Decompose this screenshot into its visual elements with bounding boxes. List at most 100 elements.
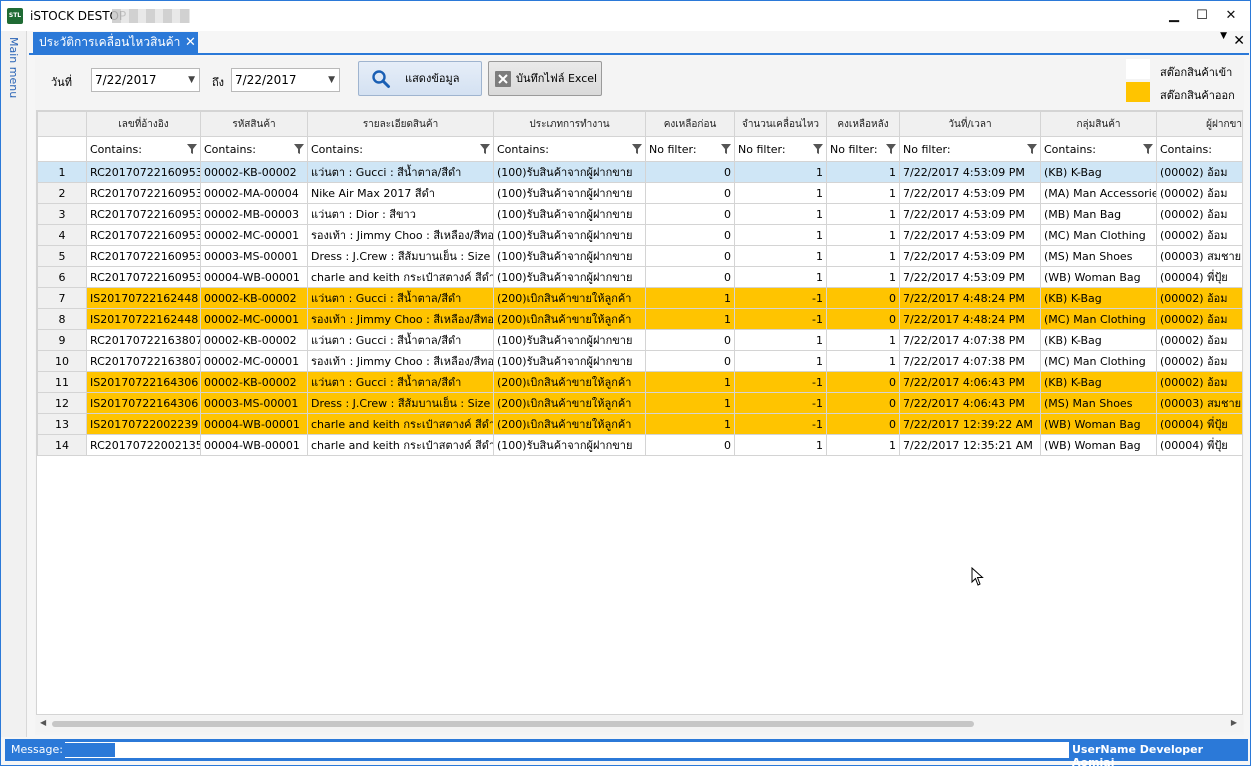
table-row[interactable]: 1 RC20170722160953 00002-KB-00002 แว่นตา : … <box>37 161 1242 183</box>
row-number[interactable]: 13 <box>37 413 87 435</box>
row-number[interactable]: 9 <box>37 329 87 351</box>
balance-after-cell[interactable]: 1 <box>826 434 900 456</box>
product-code-cell[interactable]: 00002-MC-00001 <box>200 350 308 372</box>
product-group-cell[interactable]: (MC) Man Clothing <box>1040 350 1157 372</box>
close-window-button[interactable]: ✕ <box>1220 6 1242 26</box>
column-filter-cell[interactable]: Contains: <box>493 136 646 162</box>
filter-funnel-icon[interactable] <box>1027 144 1037 154</box>
reference-no-cell[interactable]: RC20170722160953 <box>86 161 201 183</box>
operation-type-cell[interactable]: (100)รับสินค้าจากผู้ฝากขาย <box>493 350 646 372</box>
column-header[interactable]: จำนวนเคลื่อนไหว <box>734 111 827 137</box>
operation-type-cell[interactable]: (100)รับสินค้าจากผู้ฝากขาย <box>493 203 646 225</box>
operation-type-cell[interactable]: (100)รับสินค้าจากผู้ฝากขาย <box>493 329 646 351</box>
row-number[interactable]: 11 <box>37 371 87 393</box>
product-detail-cell[interactable]: charle and keith กระเป๋าสตางค์ สีดำ <box>307 266 494 288</box>
balance-after-cell[interactable]: 0 <box>826 392 900 414</box>
column-header[interactable]: กลุ่มสินค้า <box>1040 111 1157 137</box>
scroll-right-icon[interactable]: ▶ <box>1231 718 1237 727</box>
balance-before-cell[interactable]: 0 <box>645 182 735 204</box>
main-menu-sidebar[interactable]: Main menu <box>1 31 27 737</box>
row-number[interactable]: 1 <box>37 161 87 183</box>
product-code-cell[interactable]: 00002-MA-00004 <box>200 182 308 204</box>
product-group-cell[interactable]: (KB) K-Bag <box>1040 329 1157 351</box>
chevron-down-icon[interactable]: ▼ <box>328 69 335 91</box>
datetime-cell[interactable]: 7/22/2017 4:07:38 PM <box>899 350 1041 372</box>
show-data-button[interactable]: แสดงข้อมูล <box>358 61 482 96</box>
balance-after-cell[interactable]: 1 <box>826 329 900 351</box>
product-group-cell[interactable]: (MB) Man Bag <box>1040 203 1157 225</box>
table-row[interactable]: 3 RC20170722160953 00002-MB-00003 แว่นตา : … <box>37 203 1242 225</box>
balance-before-cell[interactable]: 0 <box>645 245 735 267</box>
column-filter-cell[interactable]: No filter: <box>826 136 900 162</box>
balance-after-cell[interactable]: 0 <box>826 371 900 393</box>
balance-before-cell[interactable]: 0 <box>645 266 735 288</box>
balance-before-cell[interactable]: 0 <box>645 350 735 372</box>
product-detail-cell[interactable]: แว่นตา : Dior : สีขาว <box>307 203 494 225</box>
operation-type-cell[interactable]: (100)รับสินค้าจากผู้ฝากขาย <box>493 224 646 246</box>
movement-qty-cell[interactable]: 1 <box>734 434 827 456</box>
column-header[interactable]: ประเภทการทำงาน <box>493 111 646 137</box>
filter-funnel-icon[interactable] <box>632 144 642 154</box>
balance-after-cell[interactable]: 1 <box>826 266 900 288</box>
row-number[interactable]: 2 <box>37 182 87 204</box>
consignor-cell[interactable]: (00004) พี่ปุ้ย <box>1156 434 1242 456</box>
row-number[interactable]: 4 <box>37 224 87 246</box>
product-detail-cell[interactable]: Dress : J.Crew : สีส้มบานเย็น : Size 4..… <box>307 245 494 267</box>
column-header[interactable]: วันที่/เวลา <box>899 111 1041 137</box>
balance-after-cell[interactable]: 0 <box>826 287 900 309</box>
balance-after-cell[interactable]: 1 <box>826 203 900 225</box>
filter-funnel-icon[interactable] <box>1143 144 1153 154</box>
consignor-cell[interactable]: (00002) อ้อม <box>1156 287 1242 309</box>
reference-no-cell[interactable]: RC20170722160953 <box>86 182 201 204</box>
product-code-cell[interactable]: 00002-MC-00001 <box>200 308 308 330</box>
filter-funnel-icon[interactable] <box>294 144 304 154</box>
product-group-cell[interactable]: (WB) Woman Bag <box>1040 434 1157 456</box>
maximize-button[interactable]: ☐ <box>1191 6 1213 26</box>
reference-no-cell[interactable]: IS20170722002239 <box>86 413 201 435</box>
table-row[interactable]: 13 IS20170722002239 00004-WB-00001 charle a… <box>37 413 1242 435</box>
consignor-cell[interactable]: (00002) อ้อม <box>1156 371 1242 393</box>
row-number[interactable]: 3 <box>37 203 87 225</box>
balance-after-cell[interactable]: 1 <box>826 245 900 267</box>
filter-funnel-icon[interactable] <box>187 144 197 154</box>
product-code-cell[interactable]: 00002-KB-00002 <box>200 161 308 183</box>
datetime-cell[interactable]: 7/22/2017 12:35:21 AM <box>899 434 1041 456</box>
consignor-cell[interactable]: (00003) สมชาย <box>1156 245 1242 267</box>
table-row[interactable]: 2 RC20170722160953 00002-MA-00004 Nike Air … <box>37 182 1242 204</box>
datetime-cell[interactable]: 7/22/2017 4:53:09 PM <box>899 161 1041 183</box>
minimize-button[interactable]: ▁ <box>1163 6 1185 26</box>
product-detail-cell[interactable]: แว่นตา : Gucci : สีน้ำตาล/สีดำ <box>307 371 494 393</box>
table-row[interactable]: 4 RC20170722160953 00002-MC-00001 รองเท้า :… <box>37 224 1242 246</box>
balance-before-cell[interactable]: 0 <box>645 161 735 183</box>
movement-qty-cell[interactable]: 1 <box>734 329 827 351</box>
product-group-cell[interactable]: (MC) Man Clothing <box>1040 224 1157 246</box>
movement-qty-cell[interactable]: 1 <box>734 203 827 225</box>
table-row[interactable]: 10 RC20170722163807 00002-MC-00001 รองเท้า … <box>37 350 1242 372</box>
product-detail-cell[interactable]: Nike Air Max 2017 สีดำ <box>307 182 494 204</box>
reference-no-cell[interactable]: RC20170722163807 <box>86 329 201 351</box>
movement-qty-cell[interactable]: -1 <box>734 308 827 330</box>
column-header[interactable]: รายละเอียดสินค้า <box>307 111 494 137</box>
column-filter-cell[interactable]: No filter: <box>734 136 827 162</box>
product-detail-cell[interactable]: แว่นตา : Gucci : สีน้ำตาล/สีดำ <box>307 329 494 351</box>
product-code-cell[interactable]: 00002-KB-00002 <box>200 329 308 351</box>
operation-type-cell[interactable]: (100)รับสินค้าจากผู้ฝากขาย <box>493 266 646 288</box>
reference-no-cell[interactable]: RC20170722160953 <box>86 224 201 246</box>
filter-funnel-icon[interactable] <box>886 144 896 154</box>
movement-qty-cell[interactable]: 1 <box>734 182 827 204</box>
product-group-cell[interactable]: (MA) Man Accessories <box>1040 182 1157 204</box>
datetime-cell[interactable]: 7/22/2017 4:06:43 PM <box>899 371 1041 393</box>
datetime-cell[interactable]: 7/22/2017 4:06:43 PM <box>899 392 1041 414</box>
reference-no-cell[interactable]: RC20170722160953 <box>86 245 201 267</box>
movement-qty-cell[interactable]: 1 <box>734 245 827 267</box>
balance-before-cell[interactable]: 1 <box>645 371 735 393</box>
datetime-cell[interactable]: 7/22/2017 4:07:38 PM <box>899 329 1041 351</box>
reference-no-cell[interactable]: RC20170722160953 <box>86 266 201 288</box>
datetime-cell[interactable]: 7/22/2017 12:39:22 AM <box>899 413 1041 435</box>
reference-no-cell[interactable]: RC20170722002135 <box>86 434 201 456</box>
product-detail-cell[interactable]: รองเท้า : Jimmy Choo : สีเหลือง/สีทอ... <box>307 350 494 372</box>
row-number[interactable]: 6 <box>37 266 87 288</box>
table-row[interactable]: 6 RC20170722160953 00004-WB-00001 charle an… <box>37 266 1242 288</box>
column-header[interactable]: ผู้ฝากขาย <box>1156 111 1242 137</box>
table-row[interactable]: 7 IS20170722162448 00002-KB-00002 แว่นตา : … <box>37 287 1242 309</box>
